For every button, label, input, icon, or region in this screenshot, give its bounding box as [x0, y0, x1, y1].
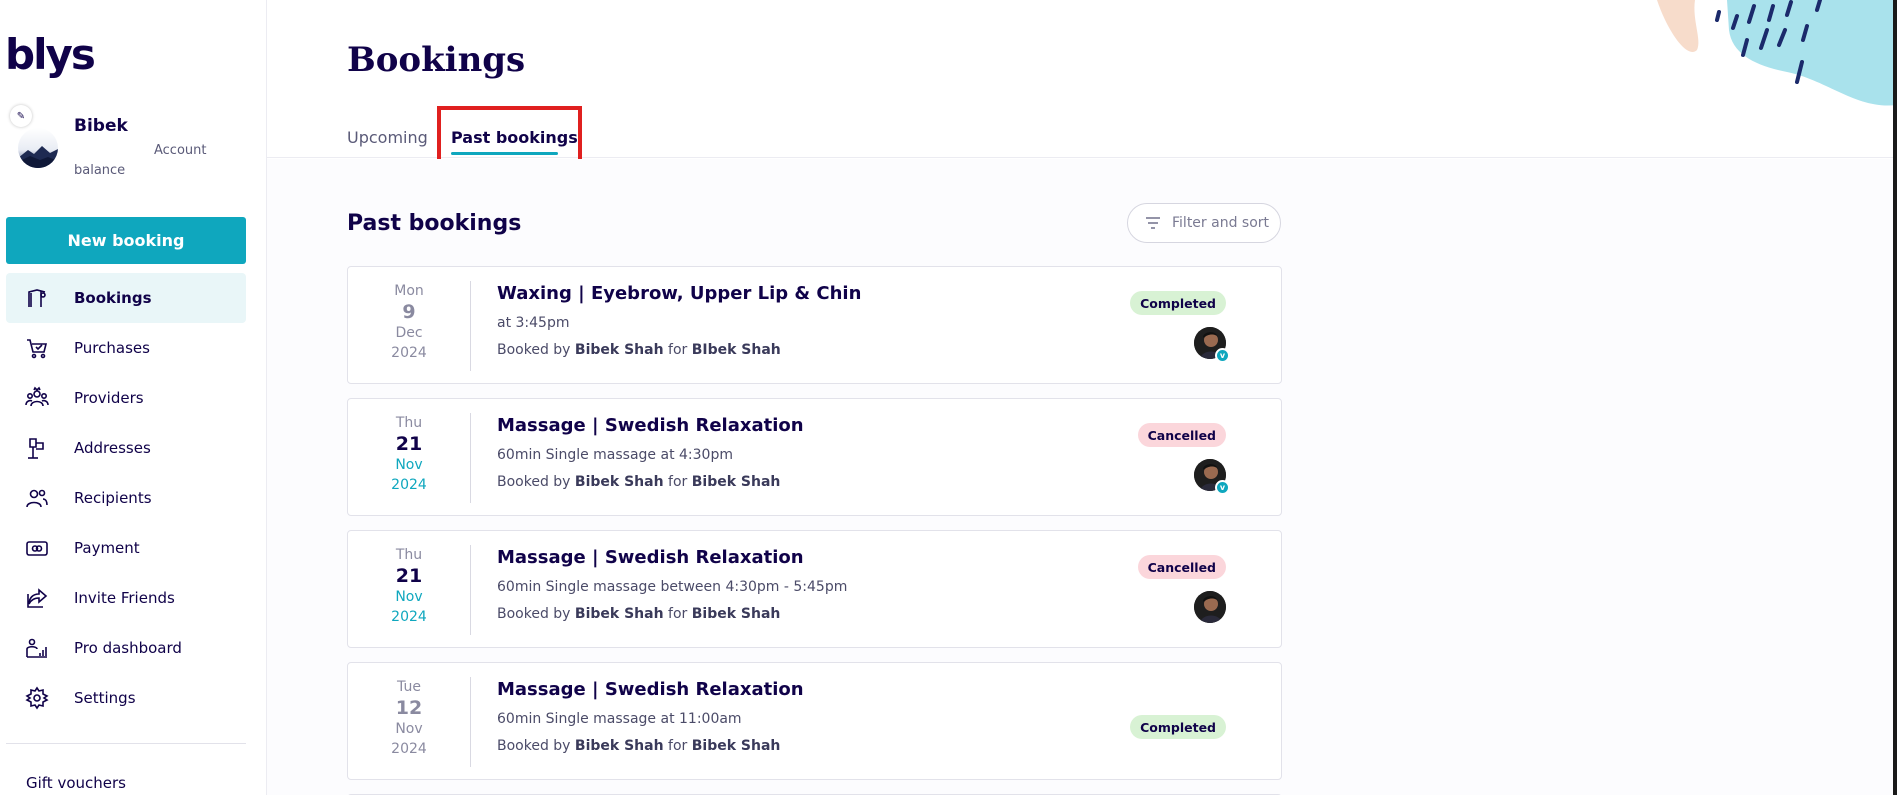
booking-title: Waxing | Eyebrow, Upper Lip & Chin: [497, 283, 862, 304]
booking-date: Thu 21 Nov 2024: [348, 413, 471, 503]
booking-booked-by: Booked by Bibek Shah for BIbek Shah: [497, 342, 781, 358]
date-day: 12: [395, 697, 423, 719]
cart-icon: [6, 336, 62, 360]
filter-sort-label: Filter and sort: [1172, 215, 1270, 231]
pencil-icon: ✎: [16, 110, 26, 122]
main-content: Bookings Upcoming Past bookings Past boo…: [267, 0, 1897, 795]
sidebar-item-label: Providers: [74, 389, 144, 407]
avatar[interactable]: [18, 128, 58, 168]
date-month: Dec: [395, 325, 423, 341]
sidebar-item-gift-vouchers[interactable]: Gift vouchers: [26, 774, 126, 792]
status-badge: Completed: [1130, 715, 1226, 739]
sidebar-item-label: Purchases: [74, 339, 150, 357]
booking-detail: 60min Single massage between 4:30pm - 5:…: [497, 579, 848, 595]
edit-avatar-button[interactable]: ✎: [10, 105, 32, 127]
payment-icon: [6, 536, 62, 560]
date-year: 2024: [391, 741, 427, 757]
booking-title: Massage | Swedish Relaxation: [497, 679, 804, 700]
date-dow: Thu: [395, 415, 423, 431]
decorative-shapes-icon: [1657, 0, 1897, 106]
date-year: 2024: [391, 609, 427, 625]
sidebar-item-addresses[interactable]: Addresses: [6, 423, 246, 473]
booking-booked-by: Booked by Bibek Shah for Bibek Shah: [497, 738, 781, 754]
date-day: 21: [395, 565, 423, 587]
booking-date: Mon 9 Dec 2024: [348, 281, 471, 371]
sidebar-divider: [6, 743, 246, 744]
scrollbar[interactable]: [1893, 0, 1897, 795]
sidebar-item-settings[interactable]: Settings: [6, 673, 246, 723]
gear-icon: [6, 686, 62, 710]
booking-detail: at 3:45pm: [497, 315, 570, 331]
provider-avatar[interactable]: v: [1194, 459, 1230, 495]
booking-card[interactable]: Thu 21 Nov 2024 Massage | Swedish Relaxa…: [347, 530, 1282, 648]
date-month: Nov: [395, 457, 423, 473]
past-bookings-section: Past bookings Filter and sort Mon 9 Dec …: [267, 159, 1897, 795]
providers-icon: [6, 386, 62, 410]
sidebar-item-purchases[interactable]: Purchases: [6, 323, 246, 373]
share-icon: [6, 586, 62, 610]
sidebar-nav: Bookings Purchases Providers Addresses R…: [6, 273, 246, 723]
page-title: Bookings: [347, 40, 526, 80]
booking-detail: 60min Single massage at 11:00am: [497, 711, 742, 727]
recipients-icon: [6, 486, 62, 510]
booking-date: Tue 12 Nov 2024: [348, 677, 471, 767]
booking-title: Massage | Swedish Relaxation: [497, 415, 804, 436]
pro-dashboard-icon: [6, 636, 62, 660]
sidebar: blys ✎ Bibek Account balance New booking…: [0, 0, 267, 795]
sidebar-item-label: Settings: [74, 689, 136, 707]
sidebar-item-label: Bookings: [74, 289, 152, 307]
sidebar-item-label: Addresses: [74, 439, 151, 457]
status-badge: Cancelled: [1137, 423, 1226, 447]
sidebar-item-label: Payment: [74, 539, 140, 557]
booking-booked-by: Booked by Bibek Shah for Bibek Shah: [497, 474, 781, 490]
date-dow: Mon: [394, 283, 424, 299]
date-year: 2024: [391, 477, 427, 493]
sidebar-item-bookings[interactable]: Bookings: [6, 273, 246, 323]
balance-label: balance: [74, 163, 126, 178]
booking-card[interactable]: Tue 12 Nov 2024 Massage | Swedish Relaxa…: [347, 662, 1282, 780]
sidebar-item-label: Pro dashboard: [74, 639, 182, 657]
section-title: Past bookings: [347, 211, 522, 236]
date-month: Nov: [395, 721, 423, 737]
mailbox-icon: [6, 436, 62, 460]
provider-avatar[interactable]: [1194, 591, 1226, 623]
sidebar-item-invite-friends[interactable]: Invite Friends: [6, 573, 246, 623]
booking-date: Thu 21 Nov 2024: [348, 545, 471, 635]
booking-booked-by: Booked by Bibek Shah for Bibek Shah: [497, 606, 781, 622]
sidebar-item-payment[interactable]: Payment: [6, 523, 246, 573]
sidebar-item-label: Recipients: [74, 489, 152, 507]
date-year: 2024: [391, 345, 427, 361]
filter-icon: [1146, 217, 1160, 229]
date-day: 9: [402, 301, 416, 323]
sidebar-item-label: Invite Friends: [74, 589, 175, 607]
booking-title: Massage | Swedish Relaxation: [497, 547, 804, 568]
verified-icon: v: [1215, 348, 1230, 363]
profile-section: ✎ Bibek Account balance: [0, 105, 260, 185]
filter-sort-button[interactable]: Filter and sort: [1127, 203, 1281, 243]
sidebar-item-providers[interactable]: Providers: [6, 373, 246, 423]
date-day: 21: [395, 433, 423, 455]
booking-card[interactable]: Thu 21 Nov 2024 Massage | Swedish Relaxa…: [347, 398, 1282, 516]
status-badge: Completed: [1130, 291, 1226, 315]
tab-upcoming[interactable]: Upcoming: [347, 128, 428, 147]
profile-name: Bibek: [74, 116, 128, 136]
provider-avatar[interactable]: v: [1194, 327, 1230, 363]
bookings-icon: [6, 286, 62, 310]
sidebar-item-recipients[interactable]: Recipients: [6, 473, 246, 523]
account-label: Account: [154, 143, 207, 158]
status-badge: Cancelled: [1137, 555, 1226, 579]
page-header: Bookings Upcoming Past bookings: [267, 0, 1897, 181]
date-dow: Tue: [397, 679, 421, 695]
blys-logo[interactable]: blys: [5, 34, 96, 76]
date-dow: Thu: [395, 547, 423, 563]
new-booking-button[interactable]: New booking: [6, 217, 246, 264]
sidebar-item-pro-dashboard[interactable]: Pro dashboard: [6, 623, 246, 673]
booking-detail: 60min Single massage at 4:30pm: [497, 447, 733, 463]
date-month: Nov: [395, 589, 423, 605]
verified-icon: v: [1215, 480, 1230, 495]
booking-card[interactable]: Mon 9 Dec 2024 Waxing | Eyebrow, Upper L…: [347, 266, 1282, 384]
app-root: blys ✎ Bibek Account balance New booking…: [0, 0, 1897, 795]
